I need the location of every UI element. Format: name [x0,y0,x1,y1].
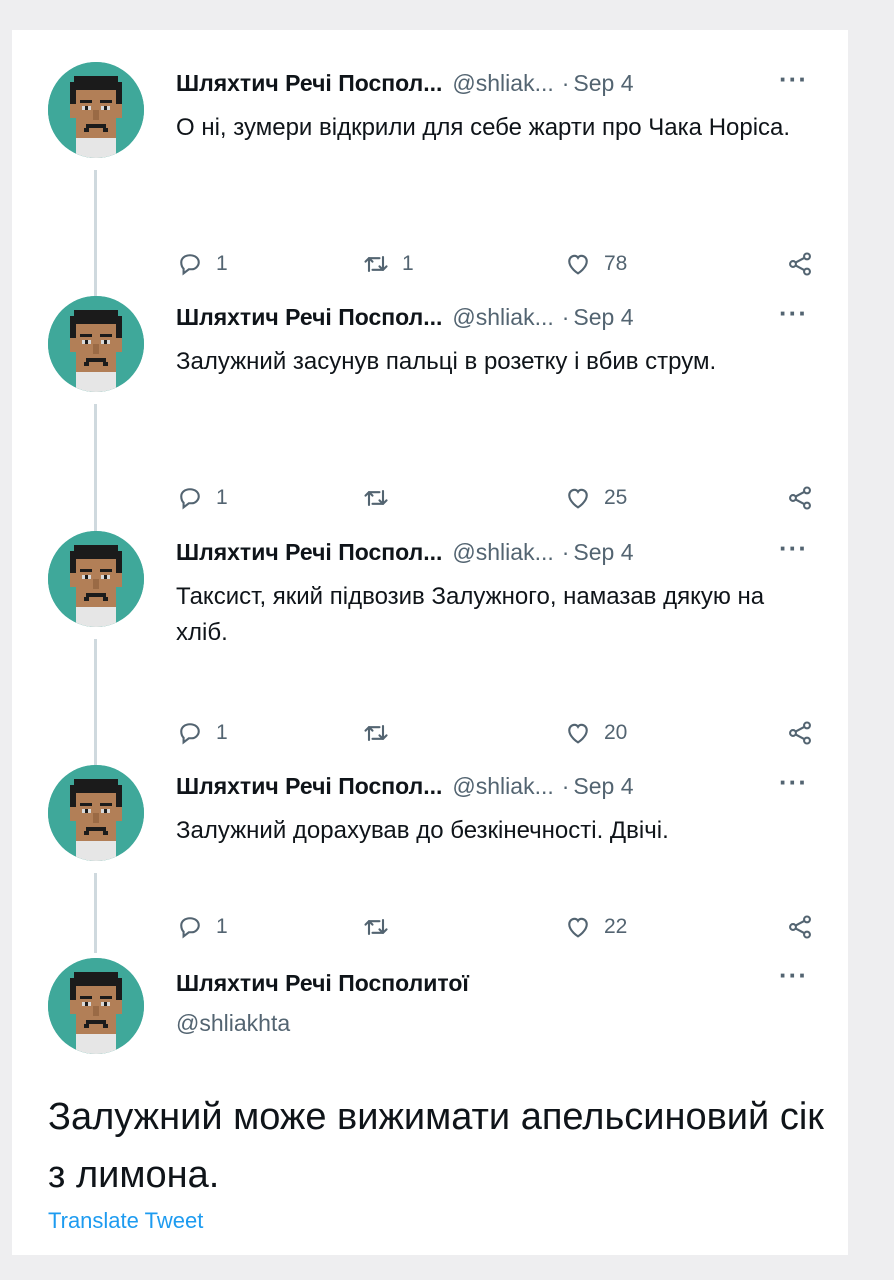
thread-line [94,404,97,534]
share-button[interactable] [786,907,826,947]
thread-line [94,639,97,769]
tweet-actions: 1 20 [176,713,826,753]
like-count: 22 [604,915,628,938]
avatar-pixel-face [48,62,144,158]
tweet-date[interactable]: Sep 4 [573,539,633,565]
retweet-button[interactable] [362,713,402,753]
tweet-header: Шляхтич Речі Поспол... @shliak... · Sep 4 ·… [176,767,818,803]
translate-tweet-link[interactable]: Translate Tweet [48,1208,203,1234]
like-button[interactable]: 20 [564,713,627,753]
tweet-header: Шляхтич Речі Поспол... @shliak... · Sep 4 ·… [176,298,818,334]
retweet-icon [362,913,390,941]
share-button[interactable] [786,713,826,753]
tweet-date[interactable]: Sep 4 [573,70,633,96]
reply-count: 1 [216,721,228,744]
tweet-text: Таксист, який підвозив Залужного, намаза… [176,583,765,646]
like-count: 78 [604,252,628,275]
share-icon [786,719,814,747]
share-button[interactable] [786,244,826,284]
tweet-text: Залужний дорахував до безкінечності. Дві… [176,817,669,844]
author-handle[interactable]: @shliak... [452,304,553,330]
separator: · [561,304,570,330]
tweet-actions: 1 25 [176,478,826,518]
retweet-icon [362,484,390,512]
reply-icon [176,913,204,941]
thread-line [94,170,97,300]
share-icon [786,484,814,512]
tweet-thread-card: Шляхтич Речі Поспол... @shliak... · Sep 4 ·… [12,30,848,1255]
like-button[interactable]: 22 [564,907,627,947]
separator: · [561,70,570,96]
retweet-count: 1 [402,252,414,275]
avatar-pixel-face [48,958,144,1054]
retweet-button[interactable] [362,907,402,947]
reply-button[interactable]: 1 [176,713,228,753]
retweet-icon [362,719,390,747]
share-button[interactable] [786,478,826,518]
author-name[interactable]: Шляхтич Речі Поспол... [176,539,442,565]
tweet-actions: 1 1 78 [176,244,826,284]
tweet-date[interactable]: Sep 4 [573,304,633,330]
author-name[interactable]: Шляхтич Речі Поспол... [176,304,442,330]
share-icon [786,250,814,278]
tweet-actions: 1 22 [176,907,826,947]
like-icon [564,719,592,747]
main-tweet-more: ··· [176,960,818,996]
tweet-text: О ні, зумери відкрили для себе жарти про… [176,114,791,141]
tweet-header: Шляхтич Речі Поспол... @shliak... · Sep 4 ·… [176,533,818,569]
avatar-pixel-face [48,531,144,627]
like-icon [564,250,592,278]
like-count: 25 [604,486,628,509]
tweet-date[interactable]: Sep 4 [573,773,633,799]
author-handle[interactable]: @shliak... [452,773,553,799]
author-handle[interactable]: @shliak... [452,539,553,565]
tweet-header: Шляхтич Речі Поспол... @shliak... · Sep 4 ·… [176,64,818,100]
reply-button[interactable]: 1 [176,907,228,947]
avatar[interactable] [48,958,144,1054]
more-icon[interactable]: ··· [779,298,808,329]
reply-count: 1 [216,486,228,509]
author-handle[interactable]: @shliakhta [176,1010,290,1037]
separator: · [561,539,570,565]
reply-count: 1 [216,252,228,275]
more-icon[interactable]: ··· [779,533,808,564]
like-count: 20 [604,721,628,744]
reply-icon [176,719,204,747]
avatar-pixel-face [48,765,144,861]
avatar[interactable] [48,765,144,861]
author-name[interactable]: Шляхтич Речі Поспол... [176,70,442,96]
reply-icon [176,250,204,278]
like-icon [564,484,592,512]
reply-count: 1 [216,915,228,938]
like-icon [564,913,592,941]
avatar[interactable] [48,296,144,392]
retweet-button[interactable]: 1 [362,244,414,284]
reply-icon [176,484,204,512]
reply-button[interactable]: 1 [176,478,228,518]
reply-button[interactable]: 1 [176,244,228,284]
avatar[interactable] [48,531,144,627]
avatar-pixel-face [48,296,144,392]
thread-line [94,873,97,953]
retweet-icon [362,250,390,278]
author-handle[interactable]: @shliak... [452,70,553,96]
author-name[interactable]: Шляхтич Речі Поспол... [176,773,442,799]
like-button[interactable]: 78 [564,244,627,284]
more-icon[interactable]: ··· [779,64,808,95]
more-icon[interactable]: ··· [779,960,808,991]
like-button[interactable]: 25 [564,478,627,518]
more-icon[interactable]: ··· [779,767,808,798]
avatar[interactable] [48,62,144,158]
main-tweet-text: Залужний може вижимати апельсиновий сік … [48,1096,824,1196]
share-icon [786,913,814,941]
retweet-button[interactable] [362,478,402,518]
tweet-text: Залужний засунув пальці в розетку і вбив… [176,348,717,375]
separator: · [561,773,570,799]
